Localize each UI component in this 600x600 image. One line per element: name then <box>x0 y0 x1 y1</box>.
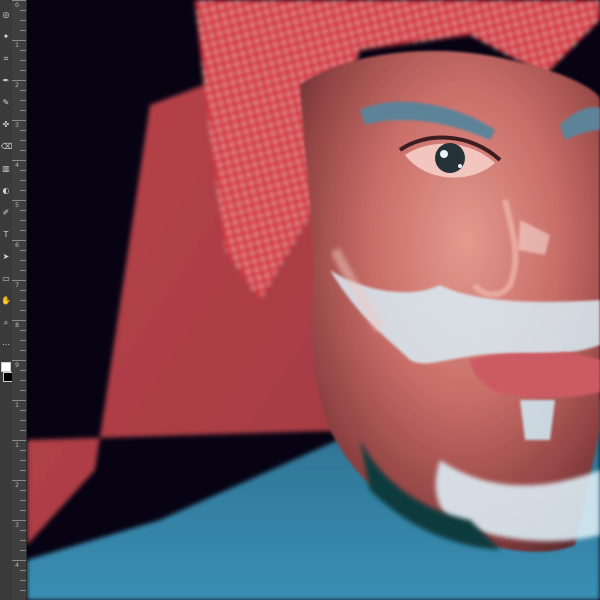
zoom-tool-icon[interactable]: ⌕ <box>1 318 11 328</box>
brush-tool-icon[interactable]: ✎ <box>1 98 11 108</box>
ruler-major-tick <box>12 200 26 201</box>
quick-select-icon[interactable]: ✦ <box>1 32 11 42</box>
ruler-tick <box>20 450 26 451</box>
ruler-tick <box>20 290 26 291</box>
ruler-tick <box>20 430 26 431</box>
ruler-label: 4 <box>15 562 19 569</box>
ruler-label: 0 <box>15 2 19 9</box>
edit-toolbar-icon[interactable]: ⋯ <box>1 340 11 350</box>
ruler-tick <box>20 490 26 491</box>
ruler-tick <box>20 530 26 531</box>
ruler-label: 1 <box>15 442 19 449</box>
photo-editor-window: ◎ ✦ ⌗ ✒ ✎ ✜ ⌫ ▥ ◐ ✐ T ➤ ▭ ✋ ⌕ ⋯ 0 1 2 3 4 5 6 7 8 9 1 1 2 3 4 <box>0 0 600 600</box>
ruler-tick <box>20 270 26 271</box>
ruler-tick <box>20 420 26 421</box>
ruler-tick <box>20 510 26 511</box>
ruler-label: 4 <box>15 162 19 169</box>
ruler-tick <box>20 540 26 541</box>
ruler-label: 9 <box>15 362 19 369</box>
ruler-tick <box>20 150 26 151</box>
type-tool-icon[interactable]: T <box>1 230 11 240</box>
ruler-tick <box>20 30 26 31</box>
ruler-tick <box>20 230 26 231</box>
foreground-color-swatch[interactable] <box>1 362 11 372</box>
ruler-tick <box>20 70 26 71</box>
ruler-tick <box>20 130 26 131</box>
ruler-tick <box>20 470 26 471</box>
vertical-ruler: 0 1 2 3 4 5 6 7 8 9 1 1 2 3 4 <box>12 0 27 600</box>
ruler-tick <box>20 170 26 171</box>
hand-tool-icon[interactable]: ✋ <box>1 296 11 306</box>
ruler-major-tick <box>12 320 26 321</box>
ruler-major-tick <box>12 560 26 561</box>
ruler-label: 7 <box>15 282 19 289</box>
ruler-tick <box>20 250 26 251</box>
ruler-tick <box>20 50 26 51</box>
ruler-major-tick <box>12 0 26 1</box>
lasso-tool-icon[interactable]: ◎ <box>1 10 11 20</box>
ruler-label: 5 <box>15 202 19 209</box>
ruler-tick <box>20 570 26 571</box>
ruler-label: 3 <box>15 122 19 129</box>
document-canvas[interactable] <box>27 0 600 600</box>
ruler-label: 2 <box>15 482 19 489</box>
rectangle-tool-icon[interactable]: ▭ <box>1 274 11 284</box>
path-selection-icon[interactable]: ➤ <box>1 252 11 262</box>
clone-stamp-icon[interactable]: ✜ <box>1 120 11 130</box>
ruler-tick <box>20 100 26 101</box>
ruler-tick <box>20 110 26 111</box>
gradient-tool-icon[interactable]: ▥ <box>1 164 11 174</box>
ruler-label: 1 <box>15 402 19 409</box>
ruler-label: 3 <box>15 522 19 529</box>
ruler-major-tick <box>12 120 26 121</box>
ruler-tick <box>20 300 26 301</box>
eyedropper-icon[interactable]: ✒ <box>1 76 11 86</box>
ruler-tick <box>20 460 26 461</box>
ruler-label: 2 <box>15 82 19 89</box>
ruler-tick <box>20 140 26 141</box>
ruler-label: 8 <box>15 322 19 329</box>
ruler-tick <box>20 590 26 591</box>
ruler-major-tick <box>12 40 26 41</box>
ruler-tick <box>20 60 26 61</box>
ruler-tick <box>20 390 26 391</box>
ruler-major-tick <box>12 160 26 161</box>
ruler-tick <box>20 10 26 11</box>
ruler-tick <box>20 550 26 551</box>
crop-tool-icon[interactable]: ⌗ <box>1 54 11 64</box>
ruler-major-tick <box>12 280 26 281</box>
dodge-tool-icon[interactable]: ◐ <box>1 186 11 196</box>
ruler-tick <box>20 350 26 351</box>
ruler-tick <box>20 580 26 581</box>
ruler-major-tick <box>12 480 26 481</box>
ruler-tick <box>20 330 26 331</box>
ruler-tick <box>20 190 26 191</box>
ruler-label: 6 <box>15 242 19 249</box>
ruler-major-tick <box>12 360 26 361</box>
ruler-major-tick <box>12 400 26 401</box>
ruler-tick <box>20 180 26 181</box>
ruler-tick <box>20 500 26 501</box>
ruler-major-tick <box>12 440 26 441</box>
ruler-tick <box>20 370 26 371</box>
ruler-tick <box>20 90 26 91</box>
eraser-tool-icon[interactable]: ⌫ <box>1 142 12 152</box>
ruler-tick <box>20 20 26 21</box>
pen-tool-icon[interactable]: ✐ <box>1 208 11 218</box>
ruler-tick <box>20 210 26 211</box>
chin-beard <box>520 400 555 440</box>
portrait-painting <box>27 0 600 600</box>
ruler-tick <box>20 340 26 341</box>
ruler-tick <box>20 310 26 311</box>
ruler-major-tick <box>12 520 26 521</box>
ruler-tick <box>20 410 26 411</box>
ruler-tick <box>20 220 26 221</box>
ruler-tick <box>20 380 26 381</box>
ruler-major-tick <box>12 80 26 81</box>
ruler-major-tick <box>12 240 26 241</box>
ruler-label: 1 <box>15 42 19 49</box>
ruler-tick <box>20 260 26 261</box>
